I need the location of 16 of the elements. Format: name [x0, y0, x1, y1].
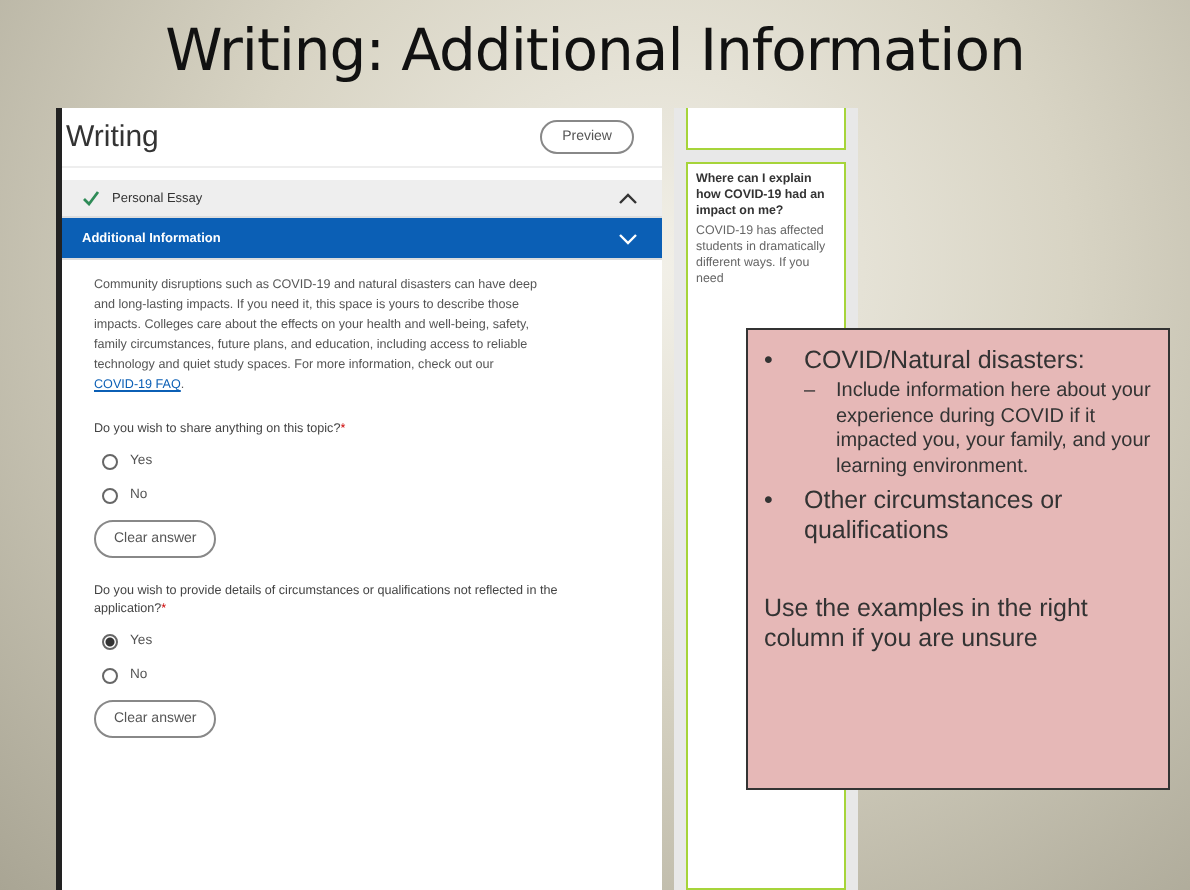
bullet-mark: • — [764, 346, 775, 376]
check-icon — [82, 190, 100, 206]
radio-button[interactable] — [102, 633, 118, 649]
radio-button[interactable] — [102, 487, 118, 503]
dash-mark: – — [804, 380, 818, 406]
bullet-mark: • — [764, 486, 775, 518]
sub-bullet-text: Include information here about your experience during COVID if it impacted you, your family, and your learning environment. — [836, 380, 1153, 480]
callout-note: Use the examples in the right column if you are unsure — [764, 594, 1090, 654]
bullet-text: COVID/Natural disasters: — [804, 346, 1085, 376]
radio-button[interactable] — [102, 453, 118, 469]
chevron-up-icon — [618, 191, 638, 205]
page-heading: Writing — [66, 120, 159, 154]
radio-button[interactable] — [102, 667, 118, 683]
slide-title: Writing: Additional Information — [163, 14, 1027, 88]
chevron-down-icon — [618, 231, 638, 245]
bullet-text: Other circumstances or qualifications — [804, 486, 1065, 546]
